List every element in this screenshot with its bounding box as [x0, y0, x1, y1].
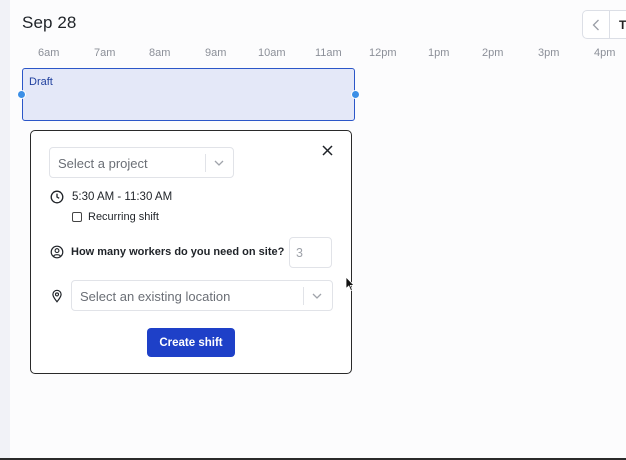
hour-label: 3pm	[538, 47, 560, 59]
create-shift-popover: Select a project 5:30 AM - 11:30 AM Recu…	[30, 130, 352, 374]
hour-label: 6am	[38, 47, 60, 59]
shift-start-resize-handle[interactable]	[17, 90, 26, 99]
previous-day-button[interactable]	[583, 11, 610, 38]
hour-label: 10am	[258, 47, 286, 59]
hour-label: 8am	[149, 47, 171, 59]
chevron-down-icon	[214, 160, 224, 166]
location-select-placeholder: Select an existing location	[80, 289, 231, 304]
hour-label: 7am	[94, 47, 116, 59]
location-select[interactable]: Select an existing location	[71, 280, 333, 311]
left-sidebar-strip	[0, 0, 10, 460]
draft-shift-block[interactable]: Draft	[17, 68, 360, 121]
shift-end-resize-handle[interactable]	[351, 90, 360, 99]
create-shift-button[interactable]: Create shift	[147, 328, 235, 357]
date-title: Sep 28	[22, 13, 77, 32]
close-icon	[321, 144, 333, 156]
recurring-shift-label[interactable]: Recurring shift	[88, 211, 159, 223]
workers-count-input[interactable]: 3	[289, 237, 332, 268]
mouse-pointer-icon	[345, 276, 355, 292]
chevron-left-icon	[592, 19, 599, 30]
select-divider	[303, 287, 304, 305]
hour-label: 2pm	[482, 47, 504, 59]
today-button[interactable]: T	[610, 11, 626, 38]
project-select-placeholder: Select a project	[58, 156, 148, 171]
hour-label: 4pm	[594, 47, 616, 59]
calendar-page: Sep 28 T 6am 7am 8am 9am 10am 11am 12pm …	[0, 0, 626, 460]
map-pin-icon	[52, 289, 62, 303]
hour-label: 12pm	[369, 47, 397, 59]
select-divider	[205, 154, 206, 172]
shift-time-range: 5:30 AM - 11:30 AM	[72, 191, 173, 203]
shift-status-label: Draft	[29, 76, 53, 88]
user-circle-icon	[50, 245, 64, 259]
workers-question-label: How many workers do you need on site?	[71, 246, 285, 258]
close-button[interactable]	[319, 142, 335, 158]
hour-label: 9am	[205, 47, 227, 59]
hour-label: 11am	[315, 47, 342, 59]
project-select[interactable]: Select a project	[49, 147, 234, 178]
hour-label: 1pm	[428, 47, 450, 59]
recurring-shift-checkbox[interactable]	[72, 212, 82, 222]
date-navigation: T	[582, 10, 626, 39]
chevron-down-icon	[312, 293, 322, 299]
clock-icon	[50, 190, 64, 204]
